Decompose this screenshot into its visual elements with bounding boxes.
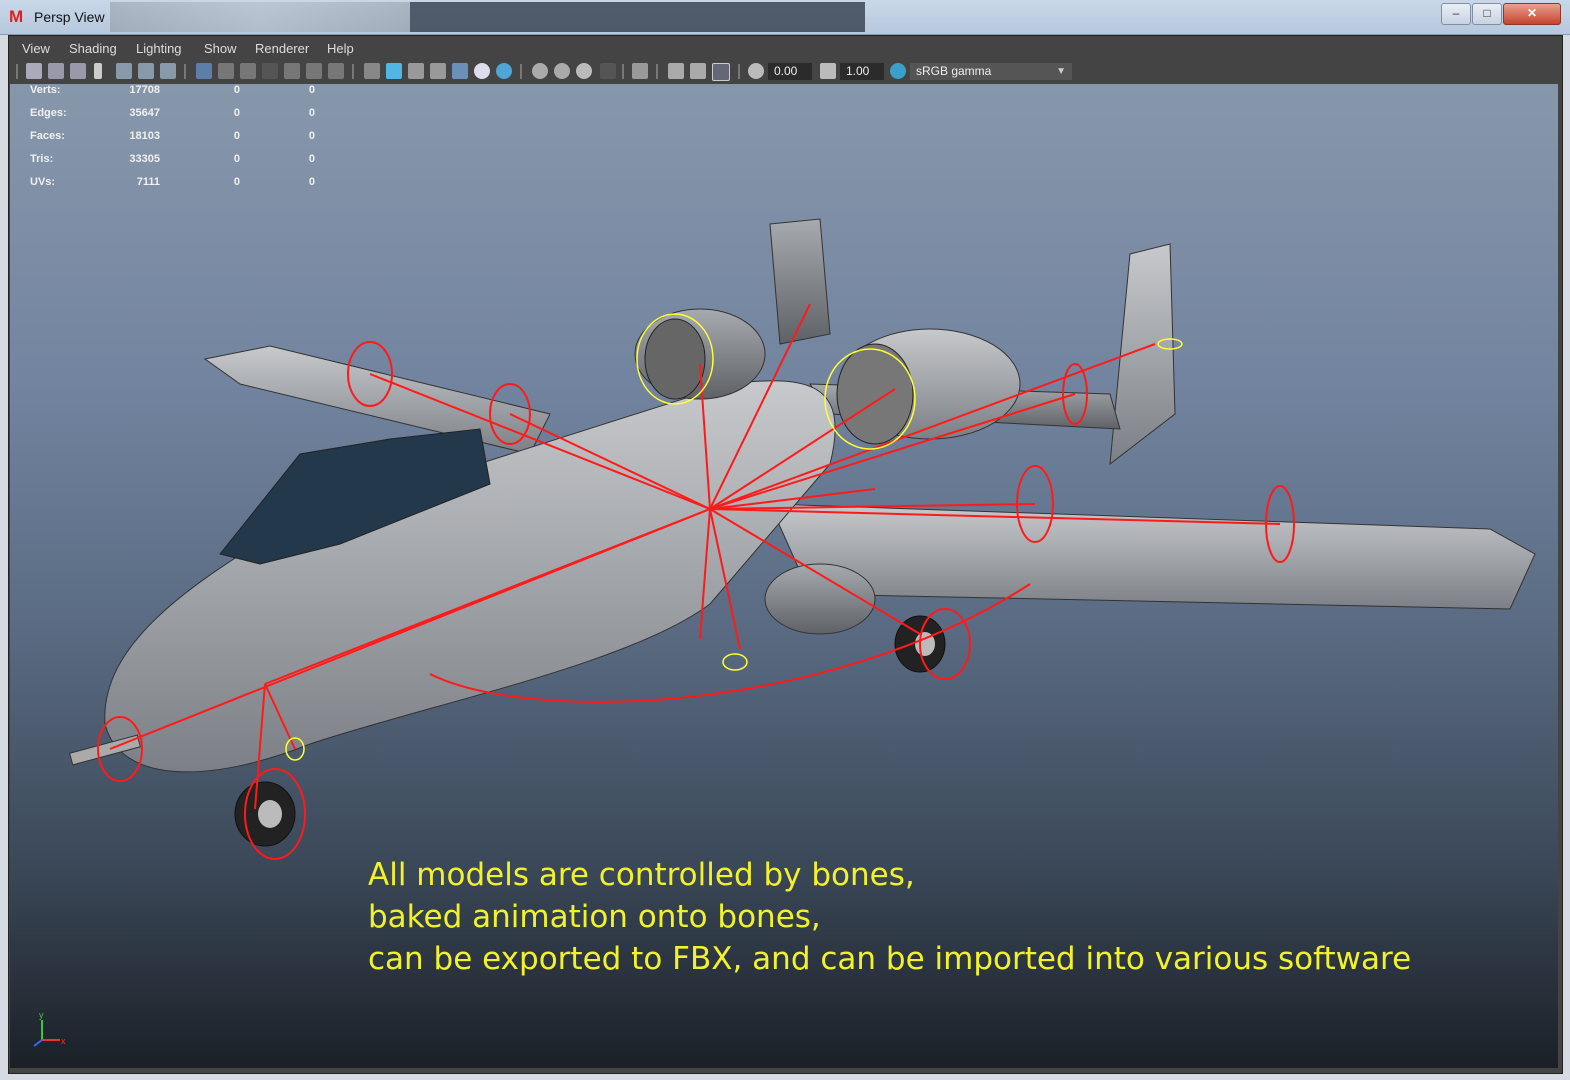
minimize-button[interactable]: ‒ bbox=[1441, 3, 1471, 25]
view-transform-dropdown[interactable]: sRGB gamma ▼ bbox=[910, 63, 1072, 80]
motion-blur-icon[interactable] bbox=[554, 63, 570, 79]
toolbar-separator bbox=[738, 64, 740, 79]
film-gate-icon[interactable] bbox=[218, 63, 234, 79]
grid-toggle-icon[interactable] bbox=[196, 63, 212, 79]
camera-attributes-icon[interactable] bbox=[48, 63, 64, 79]
shadows-icon[interactable] bbox=[496, 63, 512, 79]
menu-renderer[interactable]: Renderer bbox=[255, 41, 309, 56]
toolbar-separator bbox=[184, 64, 186, 79]
gamma-field[interactable]: 1.00 bbox=[840, 63, 884, 80]
view-transform-value: sRGB gamma bbox=[916, 64, 992, 78]
bookmark-icon[interactable] bbox=[94, 63, 102, 79]
close-button[interactable]: ✕ bbox=[1503, 3, 1561, 25]
maximize-button[interactable]: □ bbox=[1472, 3, 1502, 25]
caption-line-2: baked animation onto bones, bbox=[368, 899, 821, 935]
gamma-icon[interactable] bbox=[820, 63, 836, 79]
menu-lighting[interactable]: Lighting bbox=[136, 41, 182, 56]
toolbar-separator bbox=[656, 64, 658, 79]
camera-pan-icon[interactable] bbox=[138, 63, 154, 79]
engine-left-intake bbox=[644, 318, 706, 400]
tail-fin-right bbox=[1109, 243, 1176, 466]
overlay-caption: All models are controlled by bones, bake… bbox=[368, 854, 1411, 980]
default-material-icon[interactable] bbox=[408, 63, 424, 79]
axis-x-label: x bbox=[61, 1036, 66, 1046]
screen-space-ao-icon[interactable] bbox=[532, 63, 548, 79]
camera-tool-icon[interactable] bbox=[160, 63, 176, 79]
menu-show[interactable]: Show bbox=[204, 41, 237, 56]
axis-gizmo-icon: y x bbox=[33, 1010, 66, 1047]
safe-title-icon[interactable] bbox=[328, 63, 344, 79]
lights-icon[interactable] bbox=[474, 63, 490, 79]
color-management-toggle-icon[interactable] bbox=[890, 63, 906, 79]
grease-pencil-icon[interactable] bbox=[116, 63, 132, 79]
resolution-gate-icon[interactable] bbox=[240, 63, 256, 79]
perspective-viewport[interactable]: Verts: 17708 0 0 Edges: 35647 0 0 Faces:… bbox=[10, 84, 1558, 1068]
panel-toolbar: 0.00 1.00 sRGB gamma ▼ bbox=[10, 60, 1558, 84]
toolbar-separator bbox=[520, 64, 522, 79]
window-title: Persp View bbox=[34, 9, 105, 25]
background-window-blur bbox=[110, 2, 410, 32]
window-titlebar: M Persp View ‒ □ ✕ bbox=[0, 0, 1570, 35]
xray-icon[interactable] bbox=[668, 63, 684, 79]
toolbar-separator bbox=[352, 64, 354, 79]
field-chart-icon[interactable] bbox=[284, 63, 300, 79]
caption-line-3: can be exported to FBX, and can be impor… bbox=[368, 941, 1412, 977]
wireframe-icon[interactable] bbox=[364, 63, 380, 79]
toolbar-separator bbox=[622, 64, 624, 79]
panel-menubar: View Shading Lighting Show Renderer Help bbox=[10, 38, 1558, 60]
bookmark-camera-icon[interactable] bbox=[70, 63, 86, 79]
menu-shading[interactable]: Shading bbox=[69, 41, 117, 56]
isolate-select-icon[interactable] bbox=[632, 63, 648, 79]
smooth-shade-icon[interactable] bbox=[386, 63, 402, 79]
safe-action-icon[interactable] bbox=[306, 63, 322, 79]
depth-of-field-icon[interactable] bbox=[600, 63, 616, 79]
menu-view[interactable]: View bbox=[22, 41, 50, 56]
axis-y-label: y bbox=[39, 1010, 44, 1020]
maya-app-icon: M bbox=[9, 7, 24, 26]
engine-right-intake bbox=[836, 343, 914, 445]
select-camera-icon[interactable] bbox=[26, 63, 42, 79]
gate-mask-icon[interactable] bbox=[262, 63, 278, 79]
xray-components-icon[interactable] bbox=[712, 63, 730, 81]
background-window-blur-2 bbox=[410, 2, 865, 32]
toolbar-separator bbox=[16, 64, 18, 79]
exposure-icon[interactable] bbox=[748, 63, 764, 79]
gun-barrel bbox=[69, 734, 141, 766]
anti-aliasing-icon[interactable] bbox=[576, 63, 592, 79]
menu-help[interactable]: Help bbox=[327, 41, 354, 56]
caption-line-1: All models are controlled by bones, bbox=[368, 857, 915, 893]
xray-joints-icon[interactable] bbox=[690, 63, 706, 79]
chevron-down-icon: ▼ bbox=[1056, 66, 1066, 77]
wireframe-on-shaded-icon[interactable] bbox=[430, 63, 446, 79]
textured-icon[interactable] bbox=[452, 63, 468, 79]
nose-wheel-hub bbox=[258, 800, 282, 828]
exposure-field[interactable]: 0.00 bbox=[768, 63, 812, 80]
